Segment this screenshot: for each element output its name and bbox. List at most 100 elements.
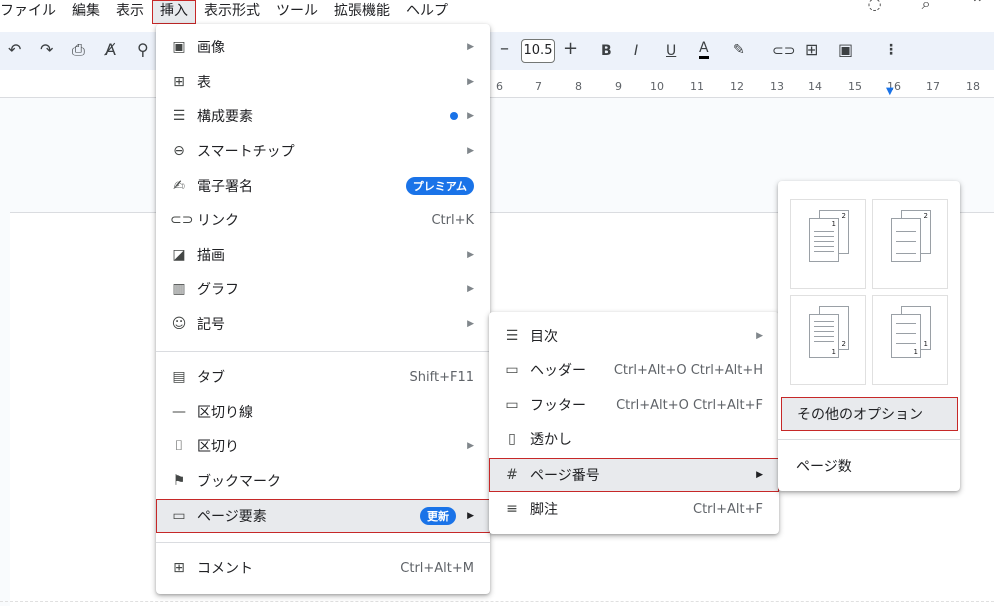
menu-extensions[interactable]: 拡張機能 (326, 0, 398, 24)
insert-image-item[interactable]: ▣ 画像 ▶ (156, 30, 490, 64)
menu-bar: ファイル 編集 表示 挿入 表示形式 ツール 拡張機能 ヘルプ (0, 0, 456, 24)
insert-esignature-item[interactable]: ✍ 電子署名 プレミアム (156, 169, 490, 203)
footnote-icon: ≡ (506, 501, 518, 517)
collapse-icon[interactable]: ⌃ (971, 0, 984, 14)
bold-icon[interactable]: B (601, 43, 612, 59)
header-icon: ▭ (505, 362, 519, 378)
menu-file[interactable]: ファイル (0, 0, 64, 24)
right-indent-marker-icon[interactable]: ▼ (886, 86, 894, 97)
submenu-arrow-icon: ▶ (467, 42, 474, 52)
insert-tab-item[interactable]: ▤ タブ Shift+F11 (156, 360, 490, 394)
watermark-item[interactable]: ▯ 透かし (489, 422, 779, 456)
shortcut-text: Ctrl+Alt+O Ctrl+Alt+F (616, 397, 763, 413)
page-elements-submenu: ☰ 目次 ▶ ▭ ヘッダー Ctrl+Alt+O Ctrl+Alt+H ▭ フッター Ctr… (489, 312, 779, 534)
undo-icon[interactable]: ↶ (8, 40, 21, 59)
insert-image-icon[interactable]: ▣ (838, 40, 853, 59)
add-comment-icon[interactable]: ⊞ (805, 40, 818, 59)
ruler-tick: 8 (575, 80, 582, 93)
decrease-font-size-icon[interactable]: – (500, 38, 509, 59)
insert-drawing-item[interactable]: ◪ 描画 ▶ (156, 238, 490, 272)
table-of-contents-item[interactable]: ☰ 目次 ▶ (489, 319, 779, 353)
shortcut-text: Ctrl+Alt+O Ctrl+Alt+H (613, 362, 763, 378)
font-size-input[interactable]: 10.5 (521, 39, 555, 63)
updated-badge: 更新 (420, 507, 456, 525)
ruler-tick: 12 (730, 80, 744, 93)
watermark-icon: ▯ (508, 431, 516, 447)
footer-icon: ▭ (505, 397, 519, 413)
ruler-tick: 10 (650, 80, 664, 93)
shortcut-text: Ctrl+Alt+M (400, 560, 474, 576)
insert-break-item[interactable]: ⌷ 区切り ▶ (156, 429, 490, 463)
menu-separator (156, 542, 490, 543)
menu-help[interactable]: ヘルプ (398, 0, 456, 24)
ruler-tick: 13 (770, 80, 784, 93)
ruler-divider (0, 97, 994, 98)
menu-format[interactable]: 表示形式 (196, 0, 268, 24)
premium-badge: プレミアム (405, 177, 474, 195)
menu-insert[interactable]: 挿入 (152, 0, 196, 24)
ruler-tick: 11 (690, 80, 704, 93)
page-count-item[interactable]: ページ数 (778, 449, 960, 483)
shortcut-text: Ctrl+K (431, 212, 474, 228)
comment-icon: ⊞ (173, 560, 185, 576)
insert-page-elements-item[interactable]: ▭ ページ要素 更新 ▶ (156, 499, 490, 533)
page-numbers-submenu: 2 1 2 2 1 1 1 その他のオプション ページ数 (778, 181, 960, 491)
insert-link-item[interactable]: ⊂⊃ リンク Ctrl+K (156, 203, 490, 237)
ruler-tick: 14 (808, 80, 822, 93)
page-numbers-item[interactable]: # ページ番号 ▶ (489, 458, 779, 492)
insert-smart-chips-item[interactable]: ⊖ スマートチップ ▶ (156, 134, 490, 168)
drawing-icon: ◪ (172, 247, 186, 263)
insert-bookmark-item[interactable]: ⚑ ブックマーク (156, 464, 490, 498)
footer-item[interactable]: ▭ フッター Ctrl+Alt+O Ctrl+Alt+F (489, 388, 779, 422)
italic-icon[interactable]: I (634, 43, 638, 59)
esignature-icon: ✍ (173, 178, 185, 194)
menu-view[interactable]: 表示 (108, 0, 152, 24)
page-number-option-top-right-skip-first[interactable]: 2 (872, 199, 948, 289)
link-icon: ⊂⊃ (170, 212, 194, 228)
ruler-tick: 15 (848, 80, 862, 93)
submenu-arrow-icon: ▶ (467, 284, 474, 294)
text-color-icon[interactable]: A (699, 40, 709, 59)
more-options-icon[interactable]: ⋮ (884, 42, 898, 58)
menu-tools[interactable]: ツール (268, 0, 326, 24)
submenu-arrow-icon: ▶ (467, 77, 474, 87)
insert-comment-item[interactable]: ⊞ コメント Ctrl+Alt+M (156, 551, 490, 585)
new-indicator-dot (450, 112, 458, 120)
bookmark-icon: ⚑ (172, 473, 186, 489)
submenu-arrow-icon: ▶ (756, 331, 763, 341)
emoji-icon: ☺ (171, 316, 187, 332)
highlight-icon[interactable]: ✎ (733, 42, 745, 58)
hash-icon: # (506, 467, 518, 483)
underline-icon[interactable]: U (666, 43, 676, 59)
search-icon[interactable]: ⌕ (922, 0, 931, 14)
insert-symbols-item[interactable]: ☺ 記号 ▶ (156, 307, 490, 341)
page-break-guide (0, 601, 994, 606)
menu-separator (778, 439, 960, 440)
insert-link-icon[interactable]: ⊂⊃ (772, 43, 795, 59)
page-number-option-bottom-right-skip-first[interactable]: 1 1 (872, 295, 948, 385)
print-icon[interactable]: ⎙ (72, 40, 85, 60)
redo-icon[interactable]: ↷ (40, 40, 53, 59)
chart-icon: ▥ (172, 281, 186, 297)
insert-chart-item[interactable]: ▥ グラフ ▶ (156, 272, 490, 306)
more-options-item[interactable]: その他のオプション (781, 397, 958, 431)
top-right-icons: ◌ ⌕ ⌃ (868, 0, 984, 14)
ruler-tick: 9 (615, 80, 622, 93)
shortcut-text: Shift+F11 (409, 369, 474, 385)
page-number-option-bottom-right-all[interactable]: 2 1 (790, 295, 866, 385)
insert-table-item[interactable]: ⊞ 表 ▶ (156, 65, 490, 99)
header-item[interactable]: ▭ ヘッダー Ctrl+Alt+O Ctrl+Alt+H (489, 353, 779, 387)
ruler-tick: 6 (496, 80, 503, 93)
menu-edit[interactable]: 編集 (64, 0, 108, 24)
footnote-item[interactable]: ≡ 脚注 Ctrl+Alt+F (489, 492, 779, 526)
paint-format-icon[interactable]: ⚲ (137, 40, 149, 59)
horizontal-line-icon: — (172, 404, 186, 420)
spellcheck-icon[interactable]: A̸ (105, 40, 116, 59)
increase-font-size-icon[interactable]: + (563, 38, 578, 59)
ruler-tick: 18 (966, 80, 980, 93)
page-number-option-top-right-all[interactable]: 2 1 (790, 199, 866, 289)
page-elements-icon: ▭ (172, 508, 186, 524)
insert-horizontal-line-item[interactable]: — 区切り線 (156, 395, 490, 429)
history-icon[interactable]: ◌ (868, 0, 882, 14)
insert-building-blocks-item[interactable]: ☰ 構成要素 ▶ (156, 99, 490, 133)
